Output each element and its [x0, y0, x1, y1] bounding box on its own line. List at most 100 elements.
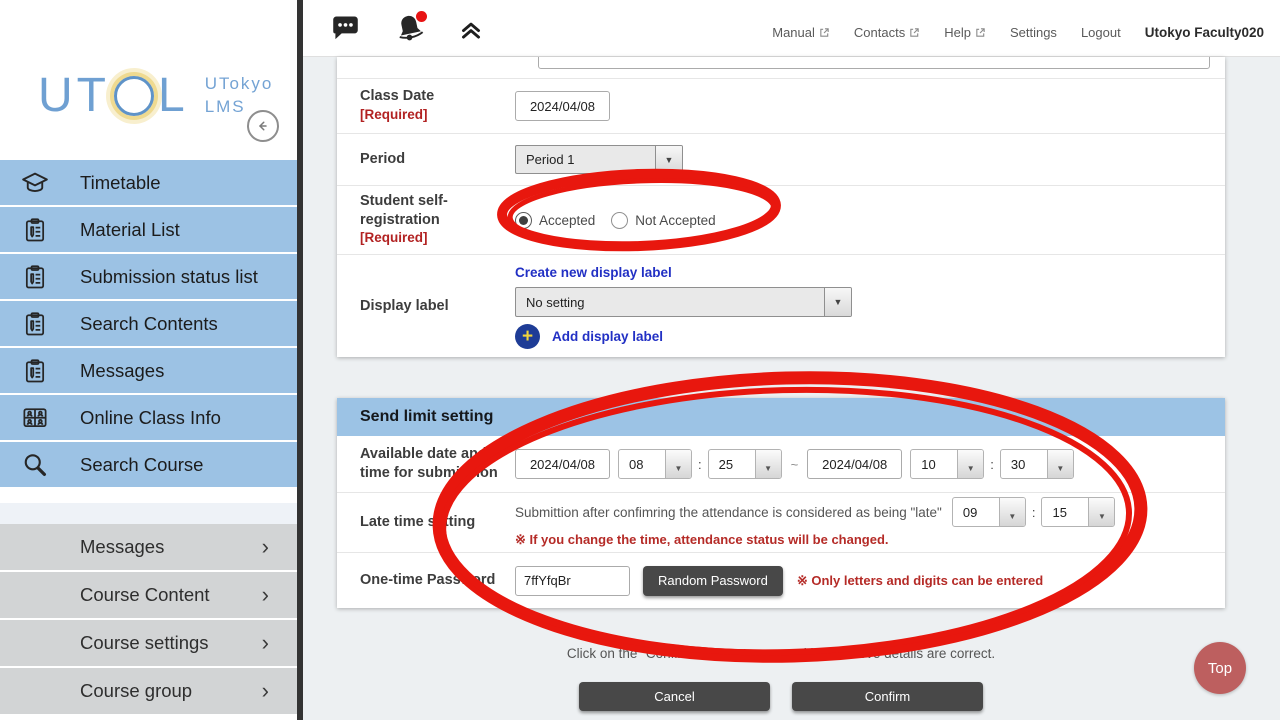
sidebar-item-online-class-info[interactable]: Online Class Info — [0, 395, 297, 442]
field-label-text: Period — [360, 151, 405, 167]
sidebar-item-messages-group[interactable]: Messages › — [0, 524, 297, 572]
settings-link[interactable]: Settings — [1010, 25, 1057, 40]
sidebar-item-course-group[interactable]: Course group › — [0, 668, 297, 716]
start-minute-select[interactable]: 25 ▼ — [708, 449, 782, 479]
start-date-input[interactable] — [515, 449, 610, 479]
confirm-button[interactable]: Confirm — [792, 682, 983, 711]
chevron-right-icon: › — [262, 678, 269, 704]
available-datetime-row: Available date and time for submission 0… — [337, 436, 1225, 492]
cancel-button[interactable]: Cancel — [579, 682, 770, 711]
late-hour-select[interactable]: 09 ▼ — [952, 497, 1026, 527]
logout-link-label: Logout — [1081, 25, 1121, 40]
dropdown-arrow-icon[interactable]: ▼ — [665, 450, 691, 478]
create-display-label-link[interactable]: Create new display label — [515, 265, 672, 280]
sidebar-item-label: Messages — [80, 360, 164, 382]
scrolled-field-partial[interactable] — [538, 57, 1210, 69]
external-link-icon — [909, 27, 920, 38]
contacts-link-label: Contacts — [854, 25, 905, 40]
late-minute-select[interactable]: 15 ▼ — [1041, 497, 1115, 527]
search-icon — [18, 450, 52, 480]
late-time-warning-note: ※ If you change the time, attendance sta… — [515, 532, 889, 548]
sidebar: UT L UTokyo LMS Timetable — [0, 0, 297, 720]
dropdown-arrow-icon[interactable]: ▼ — [999, 498, 1025, 526]
radio-button-selected[interactable] — [515, 212, 532, 229]
add-display-label-text: Add display label — [552, 329, 663, 344]
sidebar-item-messages[interactable]: Messages — [0, 348, 297, 395]
sidebar-collapse-button[interactable] — [247, 110, 279, 142]
utol-logo[interactable]: UT L UTokyo LMS — [38, 72, 273, 120]
class-settings-panel: Class Date [Required] Period Period 1 ▼ — [337, 57, 1225, 357]
add-display-label-button[interactable]: + Add display label — [515, 324, 663, 349]
period-select-value: Period 1 — [516, 146, 655, 173]
logo-text-suffix: L — [158, 72, 189, 120]
field-label-text: Available date and time for submission — [360, 445, 510, 483]
range-tilde: ~ — [791, 457, 799, 472]
action-buttons: Cancel Confirm — [337, 682, 1225, 711]
start-hour-select[interactable]: 08 ▼ — [618, 449, 692, 479]
sidebar-item-course-settings[interactable]: Course settings › — [0, 620, 297, 668]
period-label: Period — [337, 150, 515, 169]
page: UT L UTokyo LMS Timetable — [0, 0, 1280, 720]
display-label-select-value: No setting — [516, 288, 824, 316]
logout-link[interactable]: Logout — [1081, 25, 1121, 40]
contacts-link[interactable]: Contacts — [854, 25, 920, 40]
clipboard-icon — [18, 263, 52, 291]
dropdown-arrow-icon[interactable]: ▼ — [957, 450, 983, 478]
help-link[interactable]: Help — [944, 25, 986, 40]
end-hour-select[interactable]: 10 ▼ — [910, 449, 984, 479]
display-label-select[interactable]: No setting ▼ — [515, 287, 852, 317]
one-time-password-input[interactable] — [515, 566, 630, 596]
video-grid-icon — [18, 403, 52, 433]
sidebar-item-label: Messages — [80, 536, 164, 558]
chevron-right-icon: › — [262, 534, 269, 560]
radio-button-unselected[interactable] — [611, 212, 628, 229]
period-select[interactable]: Period 1 ▼ — [515, 145, 683, 174]
random-password-button[interactable]: Random Password — [643, 566, 783, 596]
sidebar-item-label: Submission status list — [80, 266, 258, 288]
notification-bell-icon[interactable] — [392, 11, 428, 47]
sidebar-primary-menu: Timetable Material List Submission statu… — [0, 160, 297, 489]
manual-link[interactable]: Manual — [772, 25, 830, 40]
collapse-topbar-icon[interactable] — [458, 16, 484, 42]
sidebar-item-label: Course group — [80, 680, 192, 702]
sidebar-item-course-content[interactable]: Course Content › — [0, 572, 297, 620]
dropdown-arrow-icon[interactable]: ▼ — [1088, 498, 1114, 526]
clipboard-icon — [18, 216, 52, 244]
sidebar-item-label: Search Course — [80, 454, 203, 476]
notification-badge — [416, 11, 427, 22]
username: Utokyo Faculty020 — [1145, 25, 1264, 40]
self-registration-label: Student self-registration [Required] — [337, 192, 515, 249]
late-time-row: Late time setting Submittion after confi… — [337, 492, 1225, 552]
sidebar-item-timetable[interactable]: Timetable — [0, 160, 297, 207]
manual-link-label: Manual — [772, 25, 815, 40]
logo-text-prefix: UT — [38, 72, 110, 120]
sidebar-item-submission-status-list[interactable]: Submission status list — [0, 254, 297, 301]
display-label-row: Display label Create new display label N… — [337, 254, 1225, 357]
late-hour-value: 09 — [953, 498, 999, 526]
sidebar-item-search-course[interactable]: Search Course — [0, 442, 297, 489]
radio-accepted[interactable]: Accepted — [515, 212, 611, 229]
dropdown-arrow-icon[interactable]: ▼ — [755, 450, 781, 478]
start-hour-value: 08 — [619, 450, 665, 478]
period-row: Period Period 1 ▼ — [337, 133, 1225, 185]
dropdown-arrow-icon[interactable]: ▼ — [1047, 450, 1073, 478]
field-label-text: Late time setting — [360, 514, 475, 530]
sidebar-item-material-list[interactable]: Material List — [0, 207, 297, 254]
required-badge: [Required] — [360, 107, 428, 122]
radio-label: Accepted — [539, 213, 595, 228]
sidebar-item-label: Search Contents — [80, 313, 218, 335]
display-label-label: Display label — [337, 297, 515, 316]
settings-link-label: Settings — [1010, 25, 1057, 40]
external-link-icon — [819, 27, 830, 38]
radio-not-accepted[interactable]: Not Accepted — [611, 212, 731, 229]
field-label-text: Student self-registration — [360, 192, 485, 230]
logo-subtitle-line1: UTokyo — [205, 74, 274, 93]
time-colon: : — [990, 457, 994, 472]
end-minute-select[interactable]: 30 ▼ — [1000, 449, 1074, 479]
chat-icon[interactable] — [329, 14, 362, 44]
sidebar-item-search-contents[interactable]: Search Contents — [0, 301, 297, 348]
end-date-input[interactable] — [807, 449, 902, 479]
class-date-input[interactable] — [515, 91, 610, 121]
end-minute-value: 30 — [1001, 450, 1047, 478]
scroll-to-top-button[interactable]: Top — [1194, 642, 1246, 694]
